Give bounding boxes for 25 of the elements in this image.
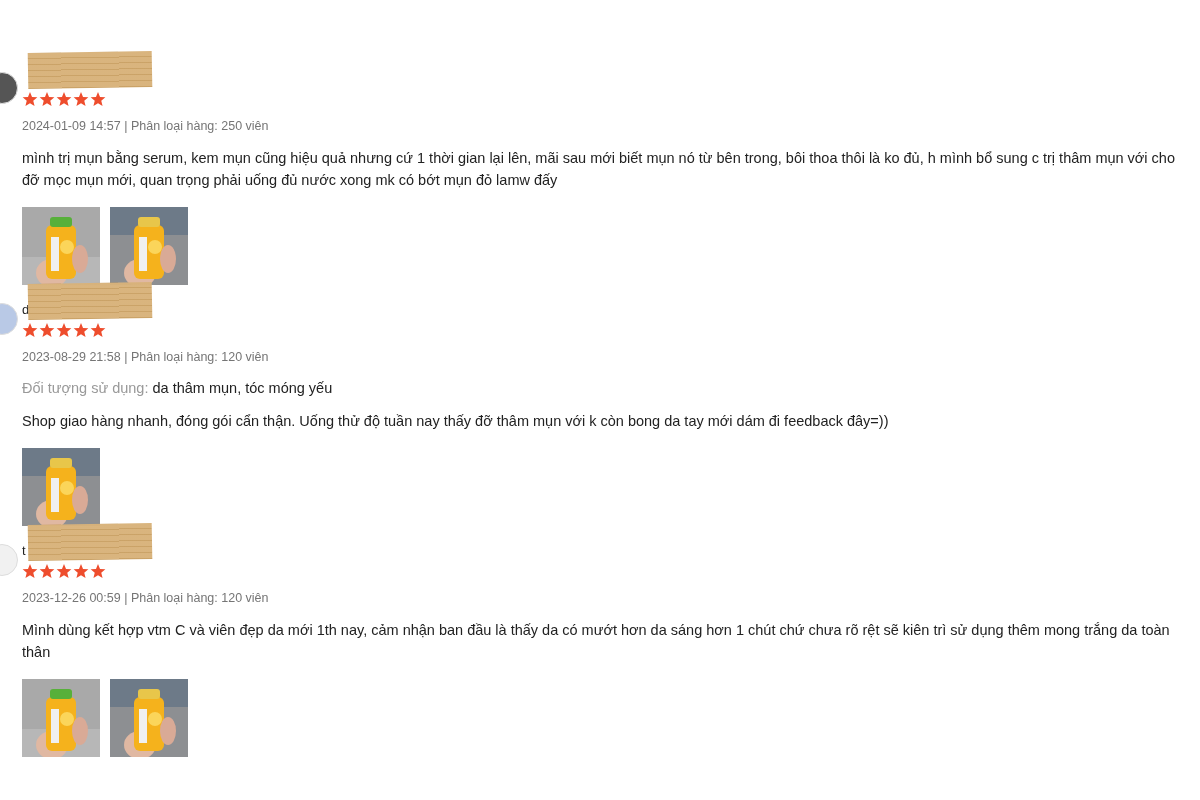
- star-icon: [39, 564, 55, 579]
- review-text: Mình dùng kết hợp vtm C và viên đẹp da mới 1th nay, cảm nhận ban đầu là thấy da có mướt hơn da sáng hơn 1 chút chứ chưa rõ rệt sẽ kiên trì sử dụng thêm mong trắng da toàn thân: [22, 621, 1171, 662]
- star-icon: [39, 323, 55, 338]
- attribute-value: da thâm mụn, tóc móng yếu: [152, 380, 333, 396]
- star-icon: [22, 92, 38, 107]
- star-icon: [56, 323, 72, 338]
- star-icon: [90, 564, 106, 579]
- star-icon: [90, 92, 106, 107]
- review-meta: 2023-08-29 21:58 | Phân loại hàng: 120 viên: [22, 350, 270, 364]
- reviewer-name: t: [22, 543, 26, 558]
- star-icon: [56, 92, 72, 107]
- star-icon: [73, 564, 89, 579]
- star-icon: [73, 92, 89, 107]
- star-icon: [39, 92, 55, 107]
- star-icon: [73, 323, 89, 338]
- review-text: mình trị mụn bằng serum, kem mụn cũng hiệu quả nhưng cứ 1 thời gian lại lên, mãi sau mới biết mụn nó từ bên trong, bôi thoa thôi là ko đủ, h mình bổ sung c trị thâm mụn với cho đỡ mọc mụn mới, quan trọng phải uống đủ nước xong mk có bớt mụn đỏ lamw đấy: [22, 149, 1176, 190]
- review-text: Shop giao hàng nhanh, đóng gói cẩn thận. Uống thử độ tuần nay thấy đỡ thâm mụn với k còn bong da tay mới dám đi feedback đây=)): [22, 412, 890, 431]
- review-meta: 2024-01-09 14:57 | Phân loại hàng: 250 viên: [22, 119, 270, 133]
- star-icon: [22, 323, 38, 338]
- star-icon: [90, 323, 106, 338]
- star-icon: [22, 564, 38, 579]
- reviewer-name: d: [22, 302, 30, 317]
- star-icon: [56, 564, 72, 579]
- attribute-label: Đối tượng sử dụng:: [22, 380, 149, 396]
- review-meta: 2023-12-26 00:59 | Phân loại hàng: 120 viên: [22, 591, 270, 605]
